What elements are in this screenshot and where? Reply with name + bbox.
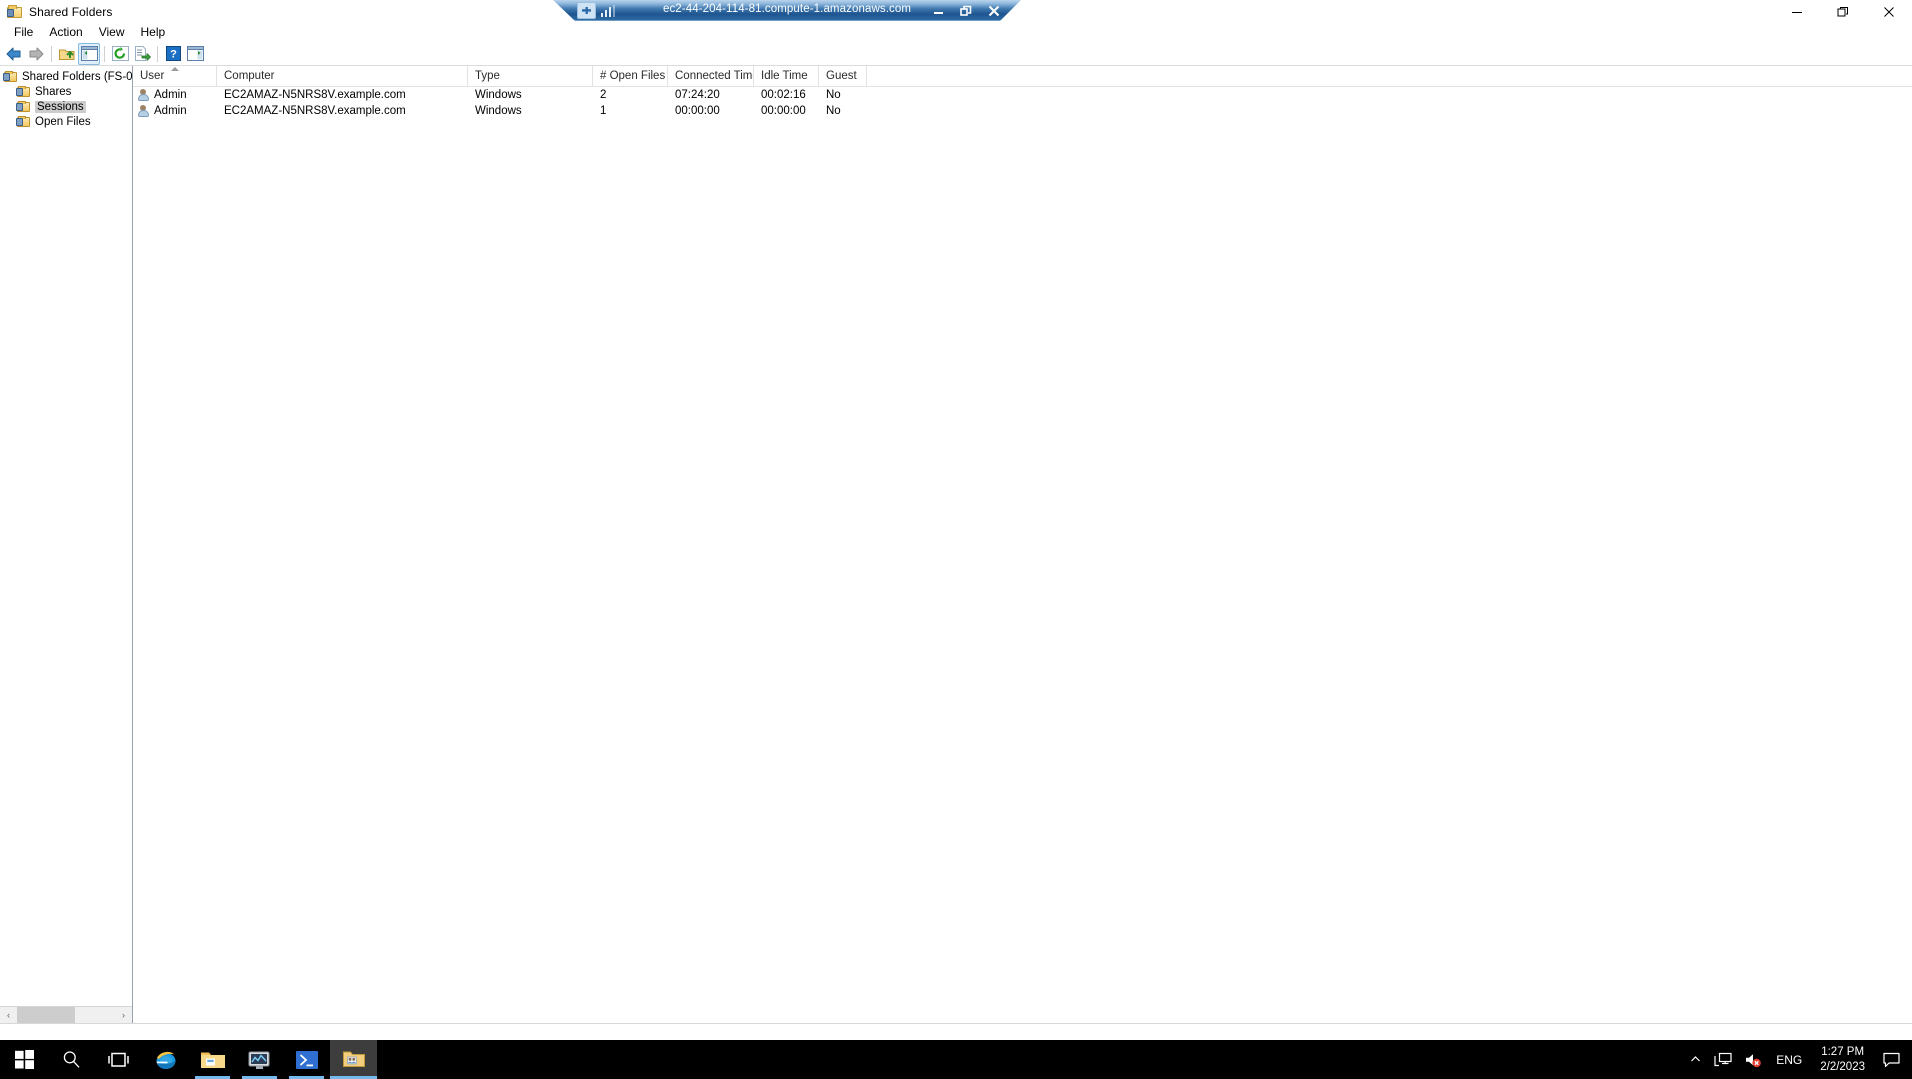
- tree-item-label: Shared Folders (FS-0966C: [22, 70, 132, 83]
- scrollbar-thumb[interactable]: [17, 1007, 75, 1023]
- start-button[interactable]: [0, 1040, 48, 1079]
- cell-idle-time: 00:02:16: [761, 89, 806, 101]
- shared-folders-window: Shared Folders File Action View Help ? S…: [0, 0, 1912, 1040]
- sessions-list-pane: User Computer Type # Open Files Connecte…: [133, 66, 1912, 1023]
- cell-type: Windows: [475, 89, 522, 101]
- windows-taskbar: ENG 1:27 PM 2/2/2023: [0, 1040, 1912, 1079]
- volume-muted-icon[interactable]: [1738, 1040, 1768, 1079]
- cell-user: Admin: [133, 87, 217, 103]
- cell-idle-time: 00:00:00: [761, 105, 806, 117]
- refresh-button[interactable]: [109, 43, 131, 65]
- rdp-window-controls: [931, 0, 1001, 21]
- scroll-right-arrow-icon[interactable]: ›: [115, 1007, 132, 1023]
- clock-date: 2/2/2023: [1820, 1060, 1865, 1073]
- tree-item-sessions[interactable]: Sessions: [0, 99, 132, 114]
- up-one-level-button[interactable]: [56, 43, 78, 65]
- table-row[interactable]: Admin EC2AMAZ-N5NRS8V.example.com Window…: [133, 87, 1912, 103]
- cell-type: Windows: [475, 105, 522, 117]
- console-tree: Shared Folders (FS-0966C Shares Sessions…: [0, 66, 132, 1006]
- show-hide-console-tree-button[interactable]: [78, 42, 100, 65]
- console-tree-horizontal-scrollbar[interactable]: ‹ ›: [0, 1006, 132, 1023]
- back-button[interactable]: [3, 43, 25, 65]
- column-header-open-files[interactable]: # Open Files: [593, 66, 668, 86]
- minimize-button[interactable]: [1774, 0, 1820, 23]
- clock-time: 1:27 PM: [1821, 1045, 1865, 1058]
- column-header-user[interactable]: User: [133, 66, 217, 86]
- window-controls: [1774, 0, 1912, 23]
- show-action-pane-button[interactable]: [184, 43, 206, 65]
- cell-connected-time: 00:00:00: [675, 105, 720, 117]
- user-icon: [137, 104, 150, 118]
- tree-item-label: Sessions: [35, 100, 86, 113]
- tree-item-open-files[interactable]: Open Files: [0, 114, 132, 129]
- cell-connected-time: 07:24:20: [675, 89, 720, 101]
- list-column-headers: User Computer Type # Open Files Connecte…: [133, 66, 1912, 87]
- user-icon: [137, 88, 150, 102]
- table-row[interactable]: Admin EC2AMAZ-N5NRS8V.example.com Window…: [133, 103, 1912, 119]
- menu-help[interactable]: Help: [133, 24, 174, 40]
- clock[interactable]: 1:27 PM 2/2/2023: [1810, 1040, 1875, 1079]
- show-hidden-icons-button[interactable]: [1683, 1040, 1708, 1079]
- open-files-folder-icon: [16, 115, 31, 128]
- tree-item-shares[interactable]: Shares: [0, 84, 132, 99]
- cell-open-files: 1: [600, 105, 607, 117]
- cell-user-label: Admin: [154, 89, 187, 101]
- internet-explorer-button[interactable]: [142, 1040, 189, 1079]
- cell-computer: EC2AMAZ-N5NRS8V.example.com: [224, 105, 406, 117]
- cell-user: Admin: [133, 103, 217, 119]
- menu-action[interactable]: Action: [41, 24, 90, 40]
- close-button[interactable]: [1866, 0, 1912, 23]
- toolbar: ?: [0, 42, 1912, 66]
- cell-user-label: Admin: [154, 105, 187, 117]
- server-manager-button[interactable]: [236, 1040, 283, 1079]
- forward-button[interactable]: [25, 43, 47, 65]
- column-header-guest[interactable]: Guest: [819, 66, 867, 86]
- scroll-left-arrow-icon[interactable]: ‹: [0, 1007, 17, 1023]
- shared-folders-taskbar-button[interactable]: [330, 1040, 377, 1079]
- console-tree-pane: Shared Folders (FS-0966C Shares Sessions…: [0, 66, 133, 1023]
- toolbar-separator: [157, 45, 158, 62]
- shared-folders-icon: [7, 4, 23, 20]
- tree-item-label: Shares: [35, 85, 72, 98]
- file-explorer-button[interactable]: [189, 1040, 236, 1079]
- column-header-computer[interactable]: Computer: [217, 66, 468, 86]
- menu-file[interactable]: File: [6, 24, 41, 40]
- shares-folder-icon: [16, 85, 31, 98]
- cell-guest: No: [826, 105, 841, 117]
- cell-guest: No: [826, 89, 841, 101]
- system-tray: ENG 1:27 PM 2/2/2023: [1683, 1040, 1912, 1079]
- sessions-folder-icon: [16, 100, 31, 113]
- svg-text:?: ?: [170, 49, 177, 61]
- rdp-close-button[interactable]: [987, 0, 1001, 21]
- help-button[interactable]: ?: [162, 43, 184, 65]
- window-title: Shared Folders: [29, 4, 113, 19]
- toolbar-separator: [51, 45, 52, 62]
- tree-item-label: Open Files: [35, 115, 91, 128]
- column-header-idle-time[interactable]: Idle Time: [754, 66, 819, 86]
- shared-folders-icon: [3, 70, 18, 83]
- window-body: Shared Folders (FS-0966C Shares Sessions…: [0, 66, 1912, 1023]
- column-header-connected-time[interactable]: Connected Time: [668, 66, 754, 86]
- task-view-button[interactable]: [95, 1040, 142, 1079]
- action-center-icon[interactable]: [1875, 1040, 1912, 1079]
- menu-bar: File Action View Help: [0, 23, 1912, 42]
- sessions-list: Admin EC2AMAZ-N5NRS8V.example.com Window…: [133, 87, 1912, 1023]
- pushpin-icon[interactable]: [577, 2, 596, 19]
- column-header-type[interactable]: Type: [468, 66, 593, 86]
- maximize-restore-button[interactable]: [1820, 0, 1866, 23]
- language-indicator[interactable]: ENG: [1768, 1040, 1810, 1079]
- cell-computer: EC2AMAZ-N5NRS8V.example.com: [224, 89, 406, 101]
- search-button[interactable]: [48, 1040, 95, 1079]
- network-icon[interactable]: [1708, 1040, 1738, 1079]
- rdp-minimize-button[interactable]: [931, 0, 945, 21]
- toolbar-separator: [104, 45, 105, 62]
- scrollbar-track[interactable]: [17, 1007, 115, 1023]
- menu-view[interactable]: View: [91, 24, 133, 40]
- rdp-restore-button[interactable]: [959, 0, 973, 21]
- powershell-button[interactable]: [283, 1040, 330, 1079]
- cell-open-files: 2: [600, 89, 607, 101]
- status-bar: [0, 1023, 1912, 1040]
- export-list-button[interactable]: [131, 43, 153, 65]
- tree-item-shared-folders-root[interactable]: Shared Folders (FS-0966C: [0, 69, 132, 84]
